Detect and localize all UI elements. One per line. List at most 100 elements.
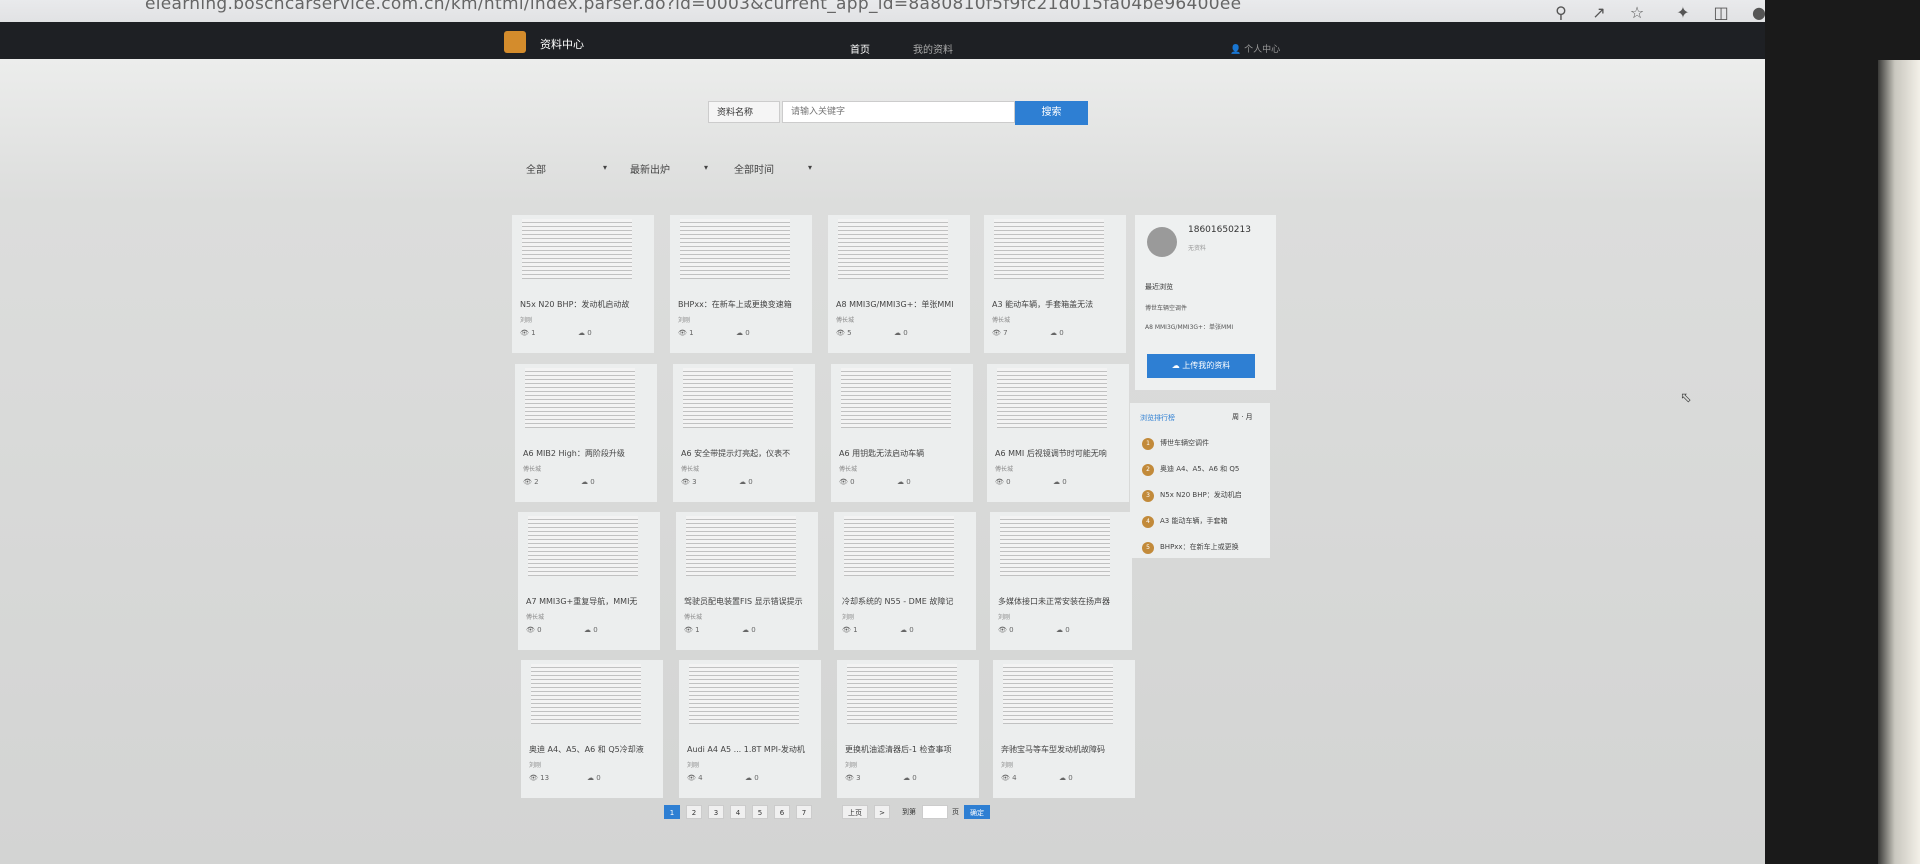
card-title[interactable]: A3 能动车辆，手套箱盖无法 [992, 299, 1120, 310]
ranking-item[interactable]: 1 博世车辆空调件 [1142, 438, 1209, 450]
page-button[interactable]: 6 [774, 805, 790, 819]
document-thumbnail[interactable] [847, 664, 957, 724]
card-title[interactable]: A8 MMI3G/MMI3G+：单张MMI [836, 299, 964, 310]
address-bar[interactable]: elearning.boschcarservice.com.cn/km/html… [145, 0, 1241, 14]
prev-page-button[interactable]: 上页 [842, 805, 868, 819]
card-author: 傅长城 [995, 466, 1014, 473]
card-title[interactable]: 多媒体接口未正常安装在扬声器 [998, 596, 1126, 607]
cloud-download-icon: ☁ [736, 329, 743, 337]
material-card[interactable]: 更换机油滤清器后-1 检查事项 刘刚 👁 3 ☁ 0 [837, 660, 979, 798]
share-icon[interactable]: ↗ [1588, 2, 1610, 24]
document-thumbnail[interactable] [683, 368, 793, 428]
page-button[interactable]: 7 [796, 805, 812, 819]
zoom-icon[interactable]: ⚲ [1550, 2, 1572, 24]
nav-my-materials[interactable]: 我的资料 [913, 41, 953, 56]
material-card[interactable]: 奔驰宝马等车型发动机故障码 刘刚 👁 4 ☁ 0 [993, 660, 1135, 798]
card-views: 👁 0 [995, 478, 1011, 486]
material-card[interactable]: 奥迪 A4、A5、A6 和 Q5冷却液 刘刚 👁 13 ☁ 0 [521, 660, 663, 798]
page-button[interactable]: 5 [752, 805, 768, 819]
card-downloads: ☁ 0 [903, 774, 917, 782]
document-thumbnail[interactable] [841, 368, 951, 428]
eye-icon: 👁 [678, 329, 687, 337]
recent-item[interactable]: 博世车辆空调件 [1145, 303, 1187, 312]
material-card[interactable]: 驾驶员配电装置FIS 显示错误提示 傅长城 👁 1 ☁ 0 [676, 512, 818, 650]
document-thumbnail[interactable] [994, 219, 1104, 279]
page-button[interactable]: 4 [730, 805, 746, 819]
ranking-item-title: N5x N20 BHP：发动机启 [1160, 491, 1242, 499]
card-title[interactable]: A6 MMI 后视镜调节时可能无响 [995, 448, 1123, 459]
document-thumbnail[interactable] [531, 664, 641, 724]
material-card[interactable]: BHPxx：在新车上或更换变速箱 刘刚 👁 1 ☁ 0 [670, 215, 812, 353]
search-input[interactable] [782, 101, 1015, 123]
material-card[interactable]: 冷却系统的 N55 - DME 故障记 刘刚 👁 1 ☁ 0 [834, 512, 976, 650]
cloud-download-icon: ☁ [578, 329, 585, 337]
card-title[interactable]: 驾驶员配电装置FIS 显示错误提示 [684, 596, 812, 607]
document-thumbnail[interactable] [1000, 516, 1110, 576]
filter-category[interactable]: 全部 [526, 161, 546, 176]
goto-confirm-button[interactable]: 确定 [964, 805, 990, 819]
cloud-download-icon: ☁ [1053, 478, 1060, 486]
ranking-item[interactable]: 5 BHPxx：在新车上或更换 [1142, 542, 1239, 554]
card-title[interactable]: 冷却系统的 N55 - DME 故障记 [842, 596, 970, 607]
document-thumbnail[interactable] [838, 219, 948, 279]
filter-sort[interactable]: 最新出炉 [630, 161, 670, 176]
cloud-download-icon: ☁ [897, 478, 904, 486]
document-thumbnail[interactable] [1003, 664, 1113, 724]
material-card[interactable]: N5x N20 BHP：发动机启动故 刘刚 👁 1 ☁ 0 [512, 215, 654, 353]
card-title[interactable]: 奥迪 A4、A5、A6 和 Q5冷却液 [529, 744, 657, 755]
material-card[interactable]: A8 MMI3G/MMI3G+：单张MMI 傅长城 👁 5 ☁ 0 [828, 215, 970, 353]
card-title[interactable]: A6 MIB2 High：两阶段升级 [523, 448, 651, 459]
material-card[interactable]: A6 MIB2 High：两阶段升级 傅长城 👁 2 ☁ 0 [515, 364, 657, 502]
view-count: 3 [692, 478, 697, 486]
document-thumbnail[interactable] [689, 664, 799, 724]
nav-home[interactable]: 首页 [850, 41, 870, 56]
ranking-item[interactable]: 2 奥迪 A4、A5、A6 和 Q5 [1142, 464, 1239, 476]
material-card[interactable]: A6 MMI 后视镜调节时可能无响 傅长城 👁 0 ☁ 0 [987, 364, 1129, 502]
page-button[interactable]: 2 [686, 805, 702, 819]
ranking-item-title: A3 能动车辆，手套箱 [1160, 517, 1228, 525]
user-center-link[interactable]: 👤 个人中心 [1230, 42, 1280, 55]
page-button[interactable]: 3 [708, 805, 724, 819]
card-title[interactable]: BHPxx：在新车上或更换变速箱 [678, 299, 806, 310]
document-thumbnail[interactable] [680, 219, 790, 279]
material-card[interactable]: 多媒体接口未正常安装在扬声器 刘刚 👁 0 ☁ 0 [990, 512, 1132, 650]
recent-item[interactable]: A8 MMI3G/MMI3G+：单张MMI [1145, 322, 1233, 331]
cloud-download-icon: ☁ [1050, 329, 1057, 337]
extensions-icon[interactable]: ✦ [1672, 2, 1694, 24]
card-title[interactable]: N5x N20 BHP：发动机启动故 [520, 299, 648, 310]
material-card[interactable]: Audi A4 A5 ... 1.8T MPI-发动机 刘刚 👁 4 ☁ 0 [679, 660, 821, 798]
ranking-tabs[interactable]: 周 · 月 [1232, 412, 1253, 422]
sidepanel-icon[interactable]: ◫ [1710, 2, 1732, 24]
card-title[interactable]: A6 安全带提示灯亮起，仪表不 [681, 448, 809, 459]
ranking-item[interactable]: 4 A3 能动车辆，手套箱 [1142, 516, 1227, 528]
material-card[interactable]: A6 用钥匙无法启动车辆 傅长城 👁 0 ☁ 0 [831, 364, 973, 502]
document-thumbnail[interactable] [528, 516, 638, 576]
document-thumbnail[interactable] [844, 516, 954, 576]
material-card[interactable]: A7 MMI3G+重复导航，MMI无 傅长城 👁 0 ☁ 0 [518, 512, 660, 650]
bookmark-star-icon[interactable]: ☆ [1626, 2, 1648, 24]
document-thumbnail[interactable] [522, 219, 632, 279]
document-thumbnail[interactable] [997, 368, 1107, 428]
ranking-item[interactable]: 3 N5x N20 BHP：发动机启 [1142, 490, 1242, 502]
goto-page-input[interactable] [922, 805, 948, 819]
card-title[interactable]: 奔驰宝马等车型发动机故障码 [1001, 744, 1129, 755]
card-downloads: ☁ 0 [739, 478, 753, 486]
document-thumbnail[interactable] [686, 516, 796, 576]
card-downloads: ☁ 0 [894, 329, 908, 337]
card-title[interactable]: A7 MMI3G+重复导航，MMI无 [526, 596, 654, 607]
card-title[interactable]: Audi A4 A5 ... 1.8T MPI-发动机 [687, 744, 815, 755]
search-type-select[interactable]: 资料名称 [708, 101, 780, 123]
card-views: 👁 1 [842, 626, 858, 634]
material-card[interactable]: A6 安全带提示灯亮起，仪表不 傅长城 👁 3 ☁ 0 [673, 364, 815, 502]
next-page-button[interactable]: > [874, 805, 890, 819]
card-title[interactable]: A6 用钥匙无法启动车辆 [839, 448, 967, 459]
card-title[interactable]: 更换机油滤清器后-1 检查事项 [845, 744, 973, 755]
card-downloads: ☁ 0 [578, 329, 592, 337]
material-card[interactable]: A3 能动车辆，手套箱盖无法 傅长城 👁 7 ☁ 0 [984, 215, 1126, 353]
ranking-panel [1130, 403, 1270, 558]
filter-time[interactable]: 全部时间 [734, 161, 774, 176]
page-button[interactable]: 1 [664, 805, 680, 819]
upload-button[interactable]: ☁ 上传我的资料 [1147, 354, 1255, 378]
search-button[interactable]: 搜索 [1015, 101, 1088, 125]
document-thumbnail[interactable] [525, 368, 635, 428]
